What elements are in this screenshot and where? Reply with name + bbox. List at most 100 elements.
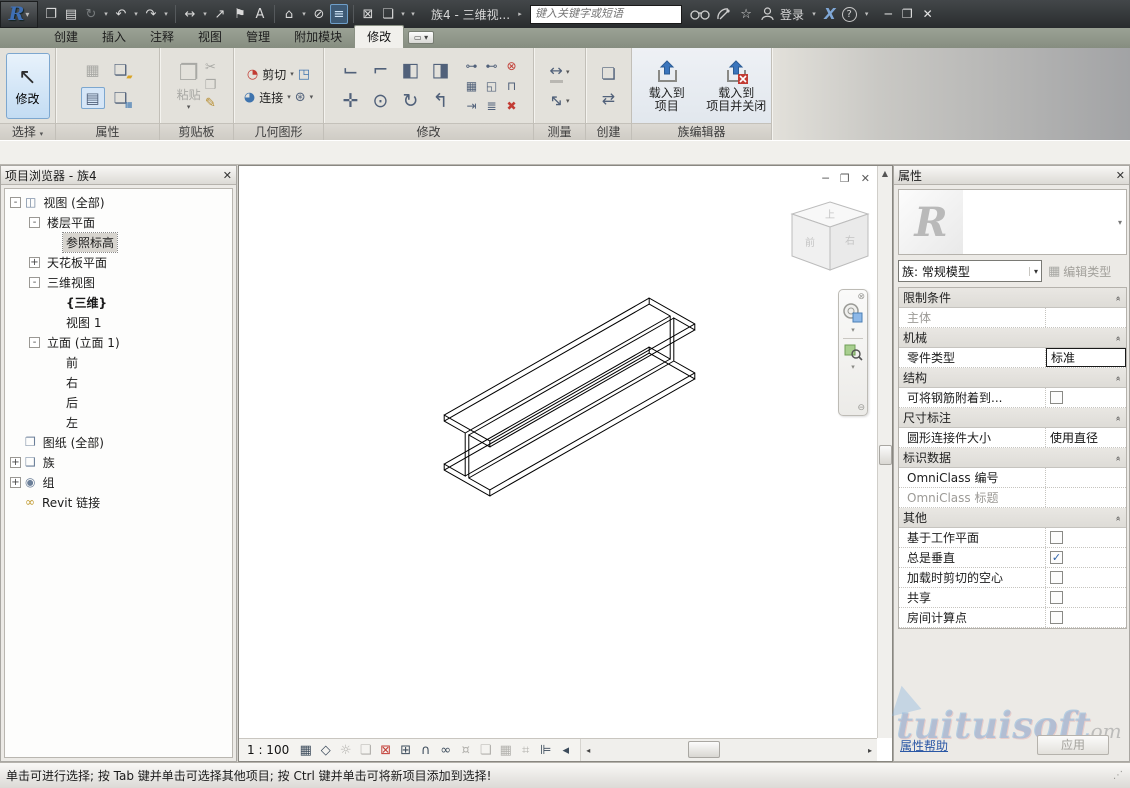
view-control-icon[interactable]: ▦: [497, 743, 514, 758]
view-control-icon[interactable]: ⊫: [537, 743, 554, 758]
tree-item[interactable]: 后: [5, 392, 232, 412]
type-properties-icon[interactable]: ❏▦: [109, 87, 133, 109]
match-type-brush-icon[interactable]: ✎: [205, 96, 217, 111]
cut-geometry-button[interactable]: 剪切: [262, 66, 286, 83]
save-icon[interactable]: ▤: [62, 4, 80, 24]
view-control-icon[interactable]: ∩: [417, 743, 434, 758]
modify-tool-icon[interactable]: ↻: [396, 86, 426, 117]
measure-diagonal-icon[interactable]: ↔: [545, 89, 568, 112]
3d-view-dropdown-icon[interactable]: ▾: [300, 4, 308, 24]
drawing-area[interactable]: ─ ❐ ✕ 上 前 右 ⊗ ▾ ▾ ⊖ ▲ 1 : 100: [238, 165, 893, 762]
undo-dropdown-icon[interactable]: ▾: [132, 4, 140, 24]
load-into-project-button[interactable]: 载入到 项目: [636, 59, 698, 113]
property-row[interactable]: 机械 «: [899, 328, 1126, 348]
ribbon-tab[interactable]: 附加模块: [282, 26, 354, 48]
modify-tool-icon[interactable]: ⊷: [482, 56, 502, 76]
close-icon[interactable]: ✕: [1116, 169, 1125, 182]
tree-expander-icon[interactable]: -: [29, 337, 40, 348]
binoculars-icon[interactable]: [690, 7, 710, 21]
modify-tool-icon[interactable]: ⌙: [336, 55, 366, 86]
redo-dropdown-icon[interactable]: ▾: [162, 4, 170, 24]
view-close-icon[interactable]: ✕: [861, 172, 870, 185]
text-icon[interactable]: A: [251, 4, 269, 24]
switch-windows-dropdown-icon[interactable]: ▾: [399, 4, 407, 24]
tree-item[interactable]: 视图 1: [5, 312, 232, 332]
property-row[interactable]: 基于工作平面 «: [899, 528, 1126, 548]
join-geometry-button[interactable]: 连接: [259, 89, 283, 106]
properties-help-link[interactable]: 属性帮助: [900, 737, 948, 754]
vertical-scrollbar[interactable]: ▲: [877, 166, 892, 738]
modify-tool-icon[interactable]: ⇥: [462, 96, 482, 116]
close-button[interactable]: ✕: [923, 7, 933, 21]
tree-expander-icon[interactable]: +: [10, 457, 21, 468]
resize-grip[interactable]: ⋰: [1113, 770, 1124, 781]
property-checkbox[interactable]: [1050, 571, 1063, 584]
view-control-icon[interactable]: ¤: [457, 743, 474, 758]
property-checkbox[interactable]: [1050, 611, 1063, 624]
ribbon-tab[interactable]: 管理: [234, 26, 282, 48]
tree-item[interactable]: ∞ Revit 链接: [5, 492, 232, 512]
property-row[interactable]: 房间计算点 «: [899, 608, 1126, 628]
tree-item[interactable]: - ◫ 视图 (全部): [5, 192, 232, 212]
modify-button[interactable]: ↖ 修改: [6, 53, 50, 119]
view-control-icon[interactable]: ⊠: [377, 743, 394, 758]
application-menu-button[interactable]: R ▾: [0, 1, 38, 28]
modify-tool-icon[interactable]: ↰: [426, 86, 456, 117]
connector-icon[interactable]: ⊛: [295, 90, 306, 105]
property-row[interactable]: 总是垂直 ✓ «: [899, 548, 1126, 568]
undo-icon[interactable]: ↶: [112, 4, 130, 24]
tree-expander-icon[interactable]: -: [29, 277, 40, 288]
section-collapse-icon[interactable]: «: [1113, 455, 1123, 460]
modify-tool-icon[interactable]: ◨: [426, 55, 456, 86]
ribbon-display-toggle[interactable]: ▭ ▾: [408, 31, 434, 44]
help-dropdown-icon[interactable]: ▾: [863, 4, 871, 24]
sync-icon[interactable]: ↻: [82, 4, 100, 24]
open-icon[interactable]: ❐: [42, 4, 60, 24]
section-icon[interactable]: ⊘: [310, 4, 328, 24]
tree-item[interactable]: 右: [5, 372, 232, 392]
modify-tool-icon[interactable]: ⊶: [462, 56, 482, 76]
modify-tool-icon[interactable]: ⊓: [502, 76, 522, 96]
help-icon[interactable]: ?: [842, 7, 857, 22]
search-input[interactable]: [530, 5, 682, 24]
view-control-icon[interactable]: ▦: [297, 743, 314, 758]
view-control-icon[interactable]: ☼: [337, 743, 354, 758]
modify-tool-icon[interactable]: ≣: [482, 96, 502, 116]
view-control-icon[interactable]: ◂: [557, 743, 574, 758]
property-row[interactable]: 其他 «: [899, 508, 1126, 528]
property-value[interactable]: [1046, 468, 1126, 487]
modify-tool-icon[interactable]: ▦: [462, 76, 482, 96]
vertical-scroll-thumb[interactable]: [879, 445, 892, 465]
navbar-collapse-icon[interactable]: ⊖: [857, 403, 865, 413]
ribbon-tab[interactable]: 视图: [186, 26, 234, 48]
property-checkbox[interactable]: [1050, 531, 1063, 544]
copy-icon[interactable]: ❐: [205, 78, 217, 93]
steering-wheel-icon[interactable]: [842, 302, 864, 324]
tree-item[interactable]: - 立面 (立面 1): [5, 332, 232, 352]
view-minimize-icon[interactable]: ─: [822, 172, 829, 185]
scroll-left-icon[interactable]: ◂: [581, 746, 595, 755]
property-value[interactable]: 使用直径: [1046, 428, 1126, 447]
tree-item[interactable]: 前: [5, 352, 232, 372]
tag-icon[interactable]: ⚑: [231, 4, 249, 24]
property-row[interactable]: 零件类型 标准 «: [899, 348, 1126, 368]
property-value[interactable]: 标准: [1046, 348, 1126, 367]
tree-item[interactable]: + 天花板平面: [5, 252, 232, 272]
cut-icon[interactable]: ✂: [205, 60, 217, 75]
measure-dropdown-icon[interactable]: ▾: [201, 4, 209, 24]
modify-tool-icon[interactable]: ⌐: [366, 55, 396, 86]
horizontal-scrollbar[interactable]: ◂ ▸: [580, 739, 877, 761]
modify-tool-icon[interactable]: ✛: [336, 86, 366, 117]
close-inactive-windows-icon[interactable]: ⊠: [359, 4, 377, 24]
tree-item[interactable]: 参照标高: [5, 232, 232, 252]
section-collapse-icon[interactable]: «: [1113, 335, 1123, 340]
thin-lines-icon[interactable]: ≡: [330, 4, 348, 24]
paste-button[interactable]: ❐ 粘贴 ▾: [177, 61, 201, 111]
property-row[interactable]: 可将钢筋附着到... «: [899, 388, 1126, 408]
ribbon-tab[interactable]: 注释: [138, 26, 186, 48]
property-row[interactable]: 共享 «: [899, 588, 1126, 608]
tree-expander-icon[interactable]: +: [10, 477, 21, 488]
view-control-icon[interactable]: ◇: [317, 743, 334, 758]
modify-tool-icon[interactable]: ◱: [482, 76, 502, 96]
property-value[interactable]: [1046, 488, 1126, 507]
